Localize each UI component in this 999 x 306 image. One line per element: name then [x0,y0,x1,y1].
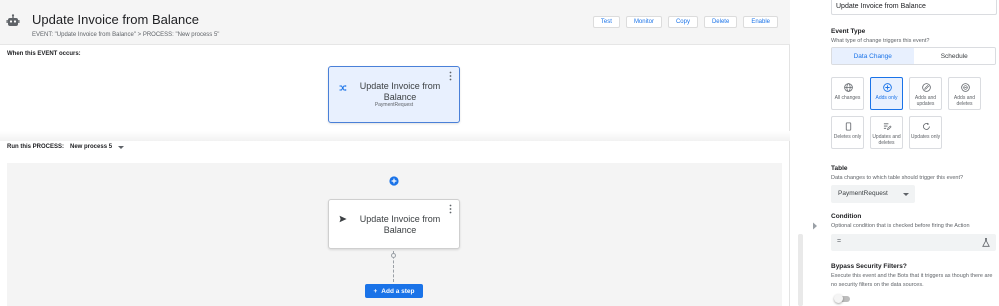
event-card-table: PaymentRequest [374,102,414,108]
chevron-down-icon [903,193,909,196]
event-card-title: Update Invoice from Balance [359,81,441,102]
option-label: Adds and updates [914,95,937,107]
option-label: Updates only [910,134,941,140]
event-type-hint: What type of change triggers this event? [831,38,930,44]
condition-hint: Optional condition that is checked befor… [831,223,970,229]
globe-icon [844,83,853,92]
header-actions: Test Monitor Copy Delete Enable [592,16,778,28]
table-title: Table [831,165,848,172]
event-header: Update Invoice from Balance EVENT: "Upda… [0,0,790,45]
scrollbar[interactable] [798,234,803,306]
bot-editor-main: Update Invoice from Balance EVENT: "Upda… [0,0,790,306]
robot-icon [6,14,20,26]
table-select[interactable]: PaymentRequest [831,185,915,203]
event-type-title: Event Type [831,28,866,35]
trash-icon [845,122,852,131]
table-select-value: PaymentRequest [838,190,888,197]
bypass-toggle[interactable] [834,294,850,303]
option-deletes-only[interactable]: Deletes only [831,116,864,149]
condition-title: Condition [831,213,862,220]
plus-icon: + [373,287,378,295]
event-section-label: When this EVENT occurs: [7,51,81,57]
enable-button[interactable]: Enable [743,16,778,28]
more-vert-icon[interactable] [449,71,452,81]
chevron-down-icon [118,145,125,149]
option-updates-and-deletes[interactable]: Updates and deletes [870,116,903,149]
option-label: Adds and deletes [953,95,976,107]
more-vert-icon[interactable] [449,204,452,214]
add-delete-icon [961,83,970,92]
add-step-button[interactable]: + Add a step [365,284,423,298]
event-settings-panel: Update Invoice from Balance Event Type W… [822,0,999,306]
option-adds-and-updates[interactable]: Adds and updates [909,77,942,110]
tab-schedule[interactable]: Schedule [913,48,995,64]
condition-value: = [837,238,842,245]
process-row: Run this PROCESS: New process 5 [7,144,125,150]
add-circle-icon [883,83,892,92]
option-updates-only[interactable]: Updates only [909,116,942,149]
monitor-button[interactable]: Monitor [625,16,662,28]
tab-data-change[interactable]: Data Change [832,48,914,64]
shuffle-icon [339,85,347,91]
add-update-icon [922,83,931,92]
event-name-field[interactable]: Update Invoice from Balance [831,0,997,15]
table-hint: Data changes to which table should trigg… [831,175,964,181]
chevron-right-icon[interactable] [812,222,818,230]
option-label: Deletes only [833,134,862,140]
add-step-label: Add a step [381,287,415,295]
copy-button[interactable]: Copy [667,16,698,28]
send-icon [339,215,347,223]
option-label: All changes [834,95,861,101]
edit-delete-icon [883,123,892,131]
event-title: Update Invoice from Balance [32,12,199,27]
event-card[interactable]: Update Invoice from Balance PaymentReque… [328,66,460,123]
event-type-toggle: Data Change Schedule [831,47,996,65]
process-select[interactable]: New process 5 [70,144,125,150]
refresh-icon [923,122,930,130]
breadcrumb: EVENT: "Update Invoice from Balance" > P… [32,32,220,38]
delete-button[interactable]: Delete [703,16,738,28]
option-adds-and-deletes[interactable]: Adds and deletes [948,77,981,110]
process-section-label: Run this PROCESS: [7,144,65,150]
section-divider [0,131,790,141]
option-label: Adds only [875,95,898,101]
step-card[interactable]: Update Invoice from Balance [328,199,460,249]
bypass-title: Bypass Security Filters? [831,263,907,270]
option-adds-only[interactable]: Adds only [870,77,903,110]
bypass-hint: Execute this event and the Bots that it … [831,273,993,288]
test-button[interactable]: Test [592,16,620,28]
process-select-value: New process 5 [70,144,113,150]
condition-input[interactable]: = [831,234,996,251]
add-circle-icon[interactable] [389,176,399,186]
toggle-knob [834,294,843,303]
connector-node [391,253,396,258]
option-label: Updates and deletes [872,134,901,146]
option-all-changes[interactable]: All changes [831,77,864,110]
flask-icon[interactable] [982,238,990,247]
step-card-title: Update Invoice from Balance [359,214,441,235]
